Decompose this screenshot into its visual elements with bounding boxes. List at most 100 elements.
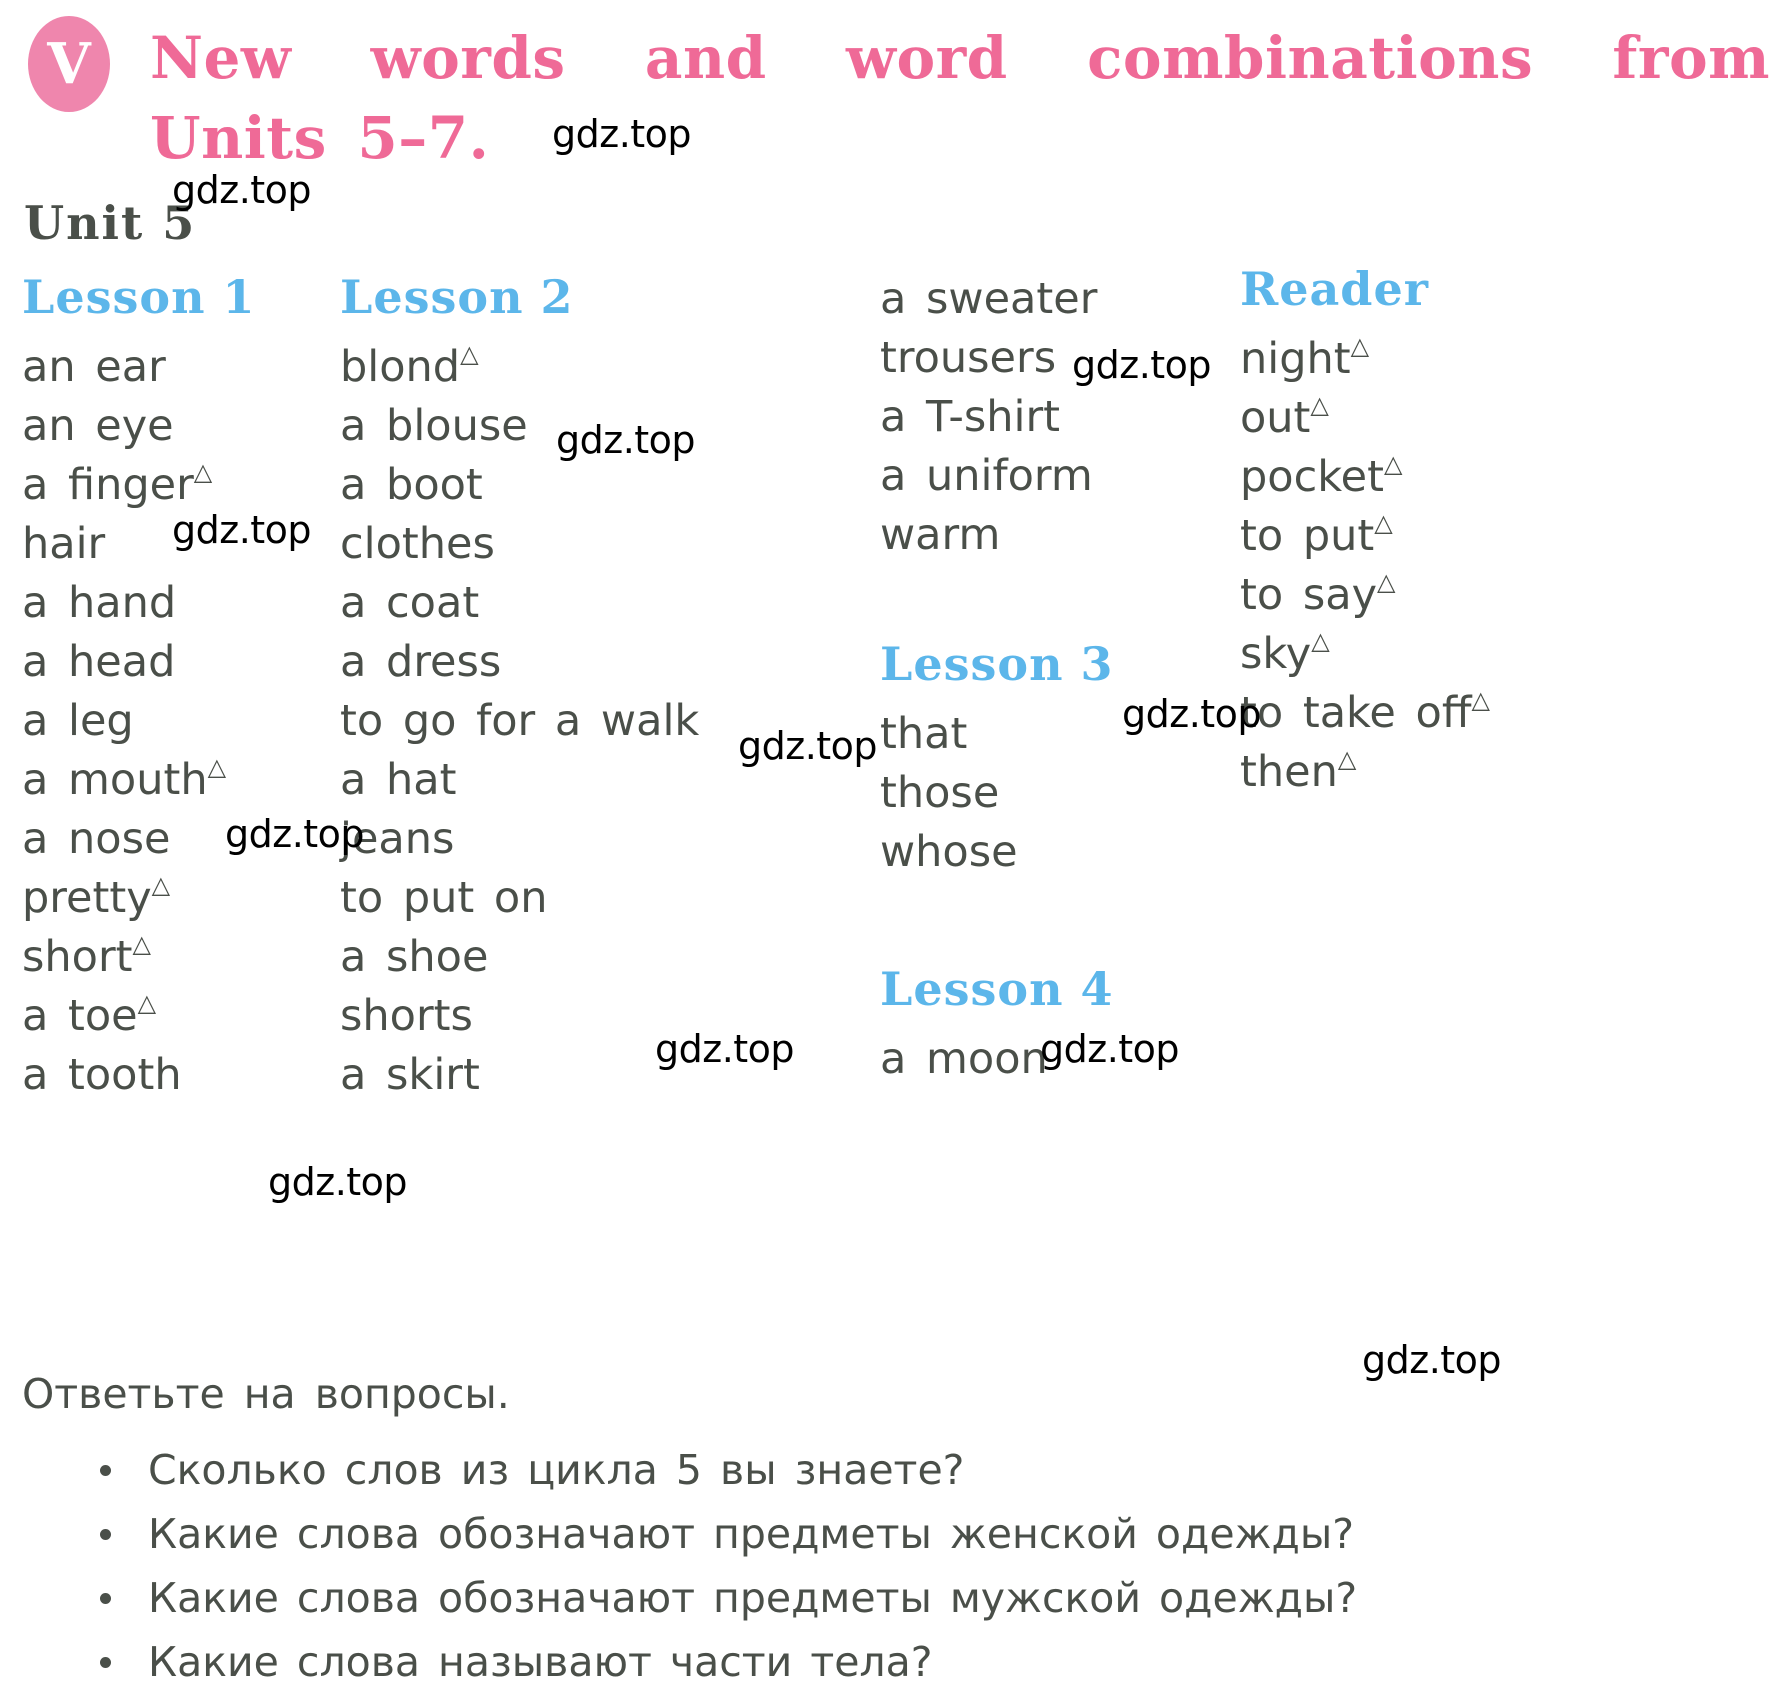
vocabulary-word: a hat (340, 755, 457, 805)
triangle-marker-icon: △ (1374, 509, 1393, 537)
vocabulary-entry: to put on (340, 869, 699, 928)
triangle-marker-icon: △ (151, 871, 171, 899)
vocabulary-word: clothes (340, 519, 495, 569)
bullet-icon (100, 1465, 111, 1476)
vocabulary-entry: to go for a walk (340, 692, 699, 751)
exercise-question: Сколько слов из цикла 5 вы знаете? (92, 1438, 1357, 1502)
vocabulary-entry: sky△ (1240, 625, 1490, 684)
vocabulary-word: a nose (22, 814, 171, 864)
vocabulary-word: a shoe (340, 932, 489, 982)
vocabulary-word: a dress (340, 637, 502, 687)
exercise-question: Какие слова обозначают предметы женской … (92, 1502, 1357, 1566)
watermark: gdz.top (655, 1027, 795, 1071)
watermark: gdz.top (1040, 1027, 1180, 1071)
vocabulary-entry: that (880, 705, 1114, 764)
vocabulary-word: a toe (22, 991, 138, 1041)
vocabulary-word: whose (880, 827, 1018, 877)
vocabulary-entry: then△ (1240, 743, 1490, 802)
vocabulary-entry: pocket△ (1240, 448, 1490, 507)
watermark: gdz.top (225, 812, 365, 856)
bullet-icon (100, 1529, 111, 1540)
unit-label: Unit 5 (24, 196, 197, 250)
vocabulary-entry: a mouth△ (22, 751, 256, 810)
vocabulary-word: a mouth (22, 755, 208, 805)
vocabulary-entry: a hat (340, 751, 699, 810)
vocabulary-entry: a head (22, 633, 256, 692)
vocabulary-entry: blond△ (340, 338, 699, 397)
reader-heading: Reader (1240, 262, 1429, 316)
vocabulary-word: a uniform (880, 451, 1093, 501)
lesson-1-heading: Lesson 1 (22, 270, 256, 324)
watermark: gdz.top (172, 508, 312, 552)
vocabulary-entry: clothes (340, 515, 699, 574)
vocabulary-word: to take off (1240, 688, 1472, 738)
vocabulary-entry: a boot (340, 456, 699, 515)
word-column-reader: Reader night△ out△ pocket△ to put△ to say△ sk… (1240, 262, 1490, 802)
vocabulary-word: a moon (880, 1034, 1048, 1084)
vocabulary-word: blond (340, 342, 461, 392)
page-title: New words and word combinations from Uni… (150, 18, 1770, 178)
triangle-marker-icon: △ (1377, 568, 1396, 596)
vocabulary-entry: an ear (22, 338, 256, 397)
page-title-line-1: New words and word combinations from (150, 24, 1770, 92)
vocabulary-word: a leg (22, 696, 134, 746)
vocabulary-entry: short△ (22, 928, 256, 987)
vocabulary-entry: a hand (22, 574, 256, 633)
vocabulary-entry: a shoe (340, 928, 699, 987)
lesson-1-word-list: an ear an eye a finger△ hair a hand a head a l… (22, 338, 256, 1105)
vocabulary-entry: an eye (22, 397, 256, 456)
vocabulary-entry: jeans (340, 810, 699, 869)
exercise-prompt: Ответьте на вопросы. (22, 1370, 510, 1418)
word-column-lesson-2: Lesson 2 blond△ a blouse a boot clothes a co… (340, 270, 699, 1105)
vocabulary-word: hair (22, 519, 106, 569)
vocabulary-entry: a T-shirt (880, 388, 1114, 447)
lesson-3-word-list: that those whose (880, 705, 1114, 882)
vocabulary-word: a tooth (22, 1050, 182, 1100)
vocabulary-word: then (1240, 747, 1338, 797)
watermark: gdz.top (552, 112, 692, 156)
triangle-marker-icon: △ (207, 753, 227, 781)
vocabulary-word: that (880, 709, 968, 759)
vocabulary-word: out (1240, 393, 1311, 443)
vocabulary-entry: out△ (1240, 389, 1490, 448)
triangle-marker-icon: △ (1310, 391, 1329, 419)
exercise-question: Какие слова обозначают предметы мужской … (92, 1566, 1357, 1630)
vocabulary-entry: a sweater (880, 270, 1114, 329)
triangle-marker-icon: △ (1337, 745, 1357, 773)
vocabulary-entry: night△ (1240, 330, 1490, 389)
vocabulary-entry: a finger△ (22, 456, 256, 515)
vocabulary-word: a coat (340, 578, 480, 628)
vocabulary-entry: pretty△ (22, 869, 256, 928)
watermark: gdz.top (1072, 343, 1212, 387)
vocabulary-word: an eye (22, 401, 174, 451)
vocabulary-word: a boot (340, 460, 483, 510)
triangle-marker-icon: △ (132, 930, 151, 958)
vocabulary-word: a blouse (340, 401, 528, 451)
vocabulary-entry: to take off△ (1240, 684, 1490, 743)
vocabulary-word: to go for a walk (340, 696, 700, 746)
vocabulary-entry: a dress (340, 633, 699, 692)
vocabulary-word: those (880, 768, 1000, 818)
lesson-2-heading: Lesson 2 (340, 270, 574, 324)
exercise-question: Какие слова называют части тела? (92, 1630, 1357, 1694)
triangle-marker-icon: △ (1471, 686, 1490, 714)
vocabulary-entry: a leg (22, 692, 256, 751)
vocabulary-entry: a uniform (880, 447, 1114, 506)
vocabulary-entry: a skirt (340, 1046, 699, 1105)
question-text: Сколько слов из цикла 5 вы знаете? (148, 1446, 965, 1494)
watermark: gdz.top (556, 418, 696, 462)
vocabulary-word: a head (22, 637, 176, 687)
reader-word-list: night△ out△ pocket△ to put△ to say△ sky△ to ta… (1240, 330, 1490, 802)
triangle-marker-icon: △ (137, 989, 157, 1017)
vocabulary-entry: warm (880, 506, 1114, 565)
vocabulary-word: a finger (22, 460, 194, 510)
vocabulary-word: a hand (22, 578, 177, 628)
vocabulary-word: pocket (1240, 452, 1384, 502)
question-text: Какие слова обозначают предметы мужской … (148, 1574, 1358, 1622)
vocabulary-entry: to say△ (1240, 566, 1490, 625)
triangle-marker-icon: △ (1311, 627, 1330, 655)
vocabulary-entry: a tooth (22, 1046, 256, 1105)
vocabulary-word: pretty (22, 873, 152, 923)
vocabulary-word: an ear (22, 342, 166, 392)
vocabulary-word: a T-shirt (880, 392, 1060, 442)
